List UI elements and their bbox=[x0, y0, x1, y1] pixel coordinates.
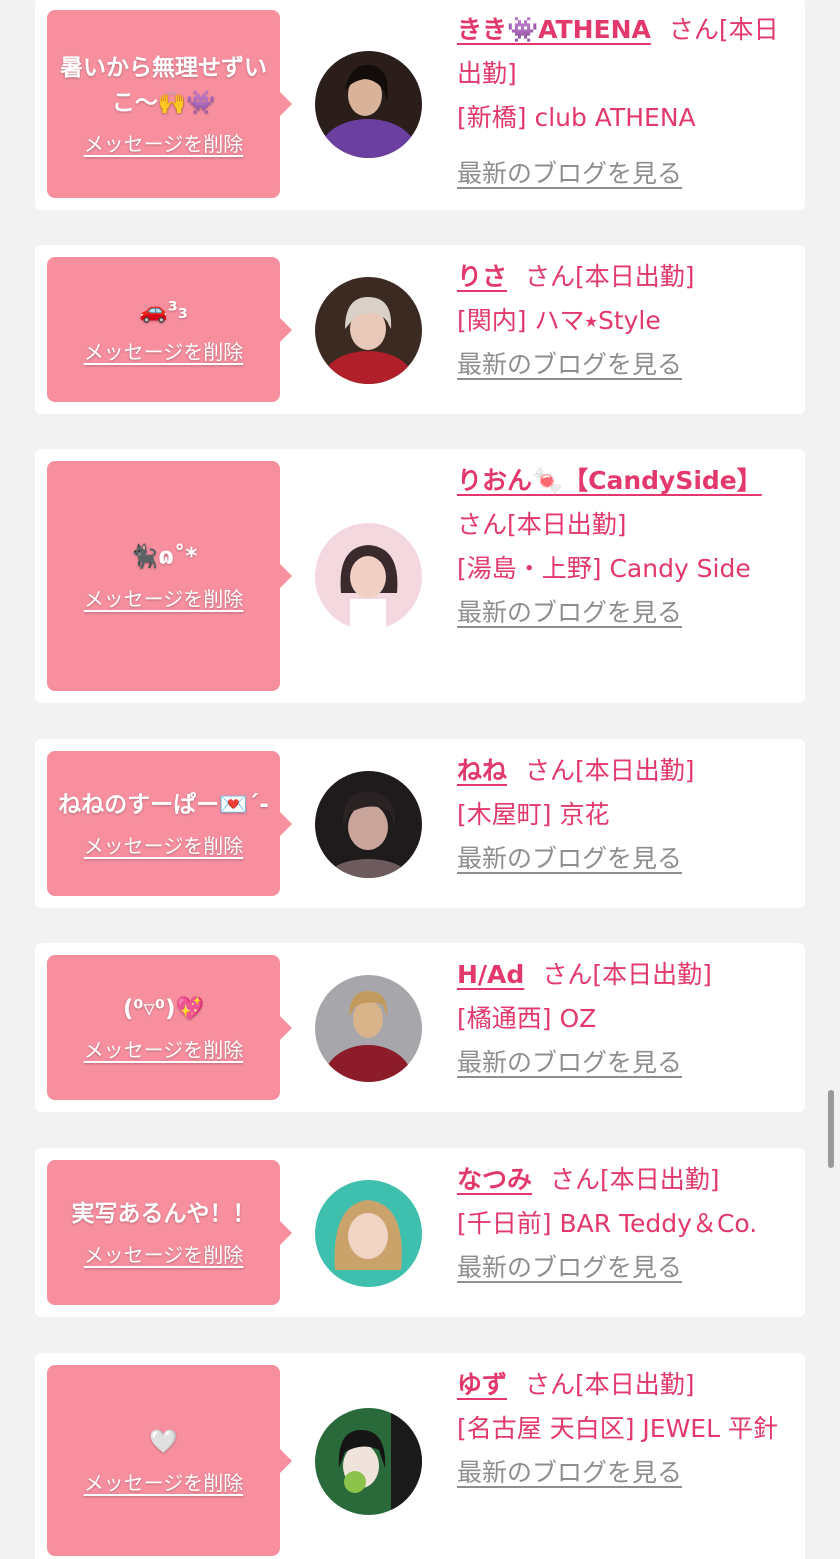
shop-name: [千日前] BAR Teddy＆Co. bbox=[457, 1209, 758, 1238]
cast-name-link[interactable]: なつみ bbox=[457, 1165, 532, 1194]
cast-card: 暑いから無理せずいこ〜🙌👾 メッセージを削除 きき👾ATHENA さん[本日出勤]… bbox=[35, 0, 805, 210]
latest-blog-link[interactable]: 最新のブログを見る bbox=[457, 1458, 682, 1487]
latest-blog-link[interactable]: 最新のブログを見る bbox=[457, 1048, 682, 1077]
latest-blog-link[interactable]: 最新のブログを見る bbox=[457, 598, 682, 627]
message-text: (⁰▿⁰)💖 bbox=[122, 995, 205, 1022]
cast-name-link[interactable]: きき👾ATHENA bbox=[457, 15, 651, 44]
cast-status: さん[本日出勤] bbox=[525, 756, 695, 785]
message-bubble: 🐈‍⬛ɷ˚* メッセージを削除 bbox=[47, 461, 292, 691]
cast-name-link[interactable]: ゆず bbox=[457, 1370, 507, 1399]
cast-info: H/Ad さん[本日出勤] [橘通西] OZ 最新のブログを見る bbox=[457, 953, 787, 1085]
message-bubble: 🚗³₃ メッセージを削除 bbox=[47, 257, 292, 402]
delete-message-link[interactable]: メッセージを削除 bbox=[84, 1467, 244, 1496]
delete-message-link[interactable]: メッセージを削除 bbox=[84, 830, 244, 859]
shop-name: [関内] ハマ⭑Style bbox=[457, 306, 661, 335]
cast-status: さん[本日出勤] bbox=[457, 510, 627, 539]
message-bubble: 🤍 メッセージを削除 bbox=[47, 1365, 292, 1556]
avatar[interactable] bbox=[315, 1179, 422, 1287]
cast-card: 🚗³₃ メッセージを削除 りさ さん[本日出勤] [関内] ハマ⭑Style 最新… bbox=[35, 245, 805, 414]
cast-status: さん[本日出勤] bbox=[525, 262, 695, 291]
cast-card: 🐈‍⬛ɷ˚* メッセージを削除 りおん🍬【CandySide】さん[本日出勤] … bbox=[35, 449, 805, 703]
cast-info: ねね さん[本日出勤] [木屋町] 京花 最新のブログを見る bbox=[457, 749, 787, 881]
latest-blog-link[interactable]: 最新のブログを見る bbox=[457, 844, 682, 873]
delete-message-link[interactable]: メッセージを削除 bbox=[84, 1034, 244, 1063]
cast-card: 🤍 メッセージを削除 ゆず さん[本日出勤] [名古屋 天白区] JEWEL 平針… bbox=[35, 1353, 805, 1559]
shop-name: [新橋] club ATHENA bbox=[457, 103, 696, 132]
avatar[interactable] bbox=[315, 523, 422, 630]
avatar[interactable] bbox=[315, 1407, 422, 1515]
delete-message-link[interactable]: メッセージを削除 bbox=[84, 128, 244, 157]
cast-name-link[interactable]: H/Ad bbox=[457, 960, 524, 989]
latest-blog-link[interactable]: 最新のブログを見る bbox=[457, 159, 682, 188]
message-text: 実写あるんや！！ bbox=[71, 1200, 256, 1227]
message-bubble: 実写あるんや！！ メッセージを削除 bbox=[47, 1160, 292, 1305]
cast-info: りさ さん[本日出勤] [関内] ハマ⭑Style 最新のブログを見る bbox=[457, 255, 787, 387]
avatar[interactable] bbox=[315, 51, 422, 158]
cast-info: ゆず さん[本日出勤] [名古屋 天白区] JEWEL 平針 最新のブログを見る bbox=[457, 1363, 787, 1495]
message-bubble: 暑いから無理せずいこ〜🙌👾 メッセージを削除 bbox=[47, 10, 292, 198]
cast-name-link[interactable]: ねね bbox=[457, 756, 507, 785]
cast-name-link[interactable]: りさ bbox=[457, 262, 507, 291]
cast-card: 実写あるんや！！ メッセージを削除 なつみ さん[本日出勤] [千日前] BAR … bbox=[35, 1148, 805, 1317]
avatar[interactable] bbox=[315, 276, 422, 384]
avatar[interactable] bbox=[315, 974, 422, 1082]
favorites-list-page: 暑いから無理せずいこ〜🙌👾 メッセージを削除 きき👾ATHENA さん[本日出勤]… bbox=[0, 0, 840, 1559]
latest-blog-link[interactable]: 最新のブログを見る bbox=[457, 350, 682, 379]
message-text: 🐈‍⬛ɷ˚* bbox=[129, 544, 198, 571]
shop-name: [湯島・上野] Candy Side bbox=[457, 554, 751, 583]
shop-name: [木屋町] 京花 bbox=[457, 800, 610, 829]
cast-info: なつみ さん[本日出勤] [千日前] BAR Teddy＆Co. 最新のブログを見… bbox=[457, 1158, 787, 1290]
message-text: 暑いから無理せずいこ〜🙌👾 bbox=[60, 55, 267, 116]
cast-card: (⁰▿⁰)💖 メッセージを削除 H/Ad さん[本日出勤] [橘通西] OZ 最新… bbox=[35, 943, 805, 1112]
cast-info: りおん🍬【CandySide】さん[本日出勤] [湯島・上野] Candy Si… bbox=[457, 459, 787, 635]
cast-info: きき👾ATHENA さん[本日出勤] [新橋] club ATHENA 最新のブロ… bbox=[457, 8, 787, 188]
delete-message-link[interactable]: メッセージを削除 bbox=[84, 336, 244, 365]
cast-name-link[interactable]: りおん🍬【CandySide】 bbox=[457, 466, 762, 495]
message-text: 🤍 bbox=[149, 1428, 178, 1455]
cast-card: ねねのすーぱー💌´- メッセージを削除 ねね さん[本日出勤] [木屋町] 京花 … bbox=[35, 739, 805, 908]
scrollbar[interactable] bbox=[828, 1090, 834, 1168]
cast-status: さん[本日出勤] bbox=[525, 1370, 695, 1399]
shop-name: [名古屋 天白区] JEWEL 平針 bbox=[457, 1414, 778, 1443]
message-bubble: (⁰▿⁰)💖 メッセージを削除 bbox=[47, 955, 292, 1100]
shop-name: [橘通西] OZ bbox=[457, 1004, 597, 1033]
message-text: 🚗³₃ bbox=[139, 297, 188, 324]
delete-message-link[interactable]: メッセージを削除 bbox=[84, 1239, 244, 1268]
message-bubble: ねねのすーぱー💌´- メッセージを削除 bbox=[47, 751, 292, 896]
avatar[interactable] bbox=[315, 770, 422, 878]
delete-message-link[interactable]: メッセージを削除 bbox=[84, 583, 244, 612]
message-text: ねねのすーぱー💌´- bbox=[58, 791, 269, 818]
cast-status: さん[本日出勤] bbox=[542, 960, 712, 989]
cast-status: さん[本日出勤] bbox=[550, 1165, 720, 1194]
latest-blog-link[interactable]: 最新のブログを見る bbox=[457, 1253, 682, 1282]
